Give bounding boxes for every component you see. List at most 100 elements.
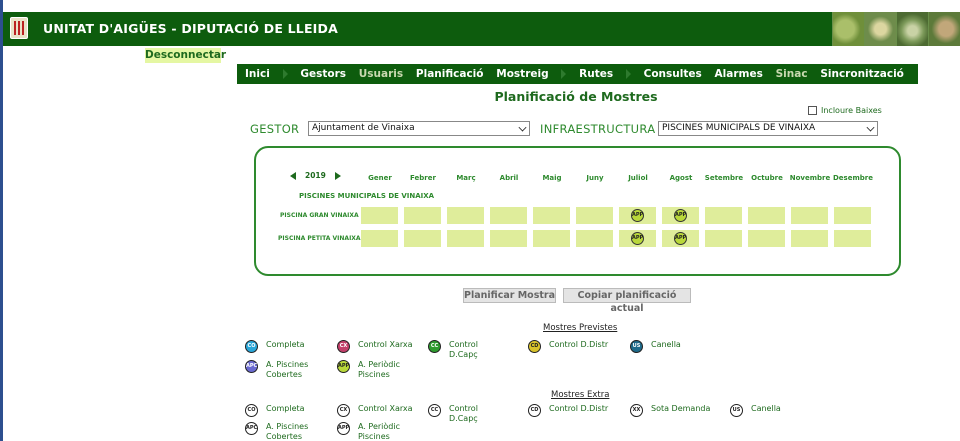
month-header: Juny bbox=[586, 174, 604, 182]
nav-separator-icon bbox=[625, 69, 631, 79]
month-header: Febrer bbox=[410, 174, 436, 182]
sample-badge-icon[interactable]: APP bbox=[631, 232, 644, 245]
include-low-option[interactable]: Incloure Baixes bbox=[808, 106, 882, 115]
sample-type-icon: XX bbox=[630, 404, 643, 417]
nav-separator-icon bbox=[282, 69, 288, 79]
plan-cell[interactable] bbox=[791, 230, 828, 247]
month-header: Maig bbox=[542, 174, 562, 182]
infra-select[interactable]: PISCINES MUNICIPALS DE VINAIXA bbox=[658, 121, 878, 136]
nav-separator-icon bbox=[561, 69, 567, 79]
plan-cell[interactable] bbox=[834, 230, 871, 247]
plan-cell[interactable]: APP bbox=[619, 230, 656, 247]
legend-label: A. Piscines Cobertes bbox=[266, 360, 309, 379]
nav-item-alarmes[interactable]: Alarmes bbox=[715, 68, 763, 80]
sample-type-icon: US bbox=[630, 340, 643, 353]
include-low-label: Incloure Baixes bbox=[821, 106, 882, 115]
plan-cell[interactable] bbox=[705, 230, 742, 247]
plan-cell[interactable] bbox=[533, 207, 570, 224]
plan-cell[interactable] bbox=[533, 230, 570, 247]
next-year-arrow-icon[interactable] bbox=[334, 171, 341, 180]
row-label: PISCINA GRAN VINAIXA bbox=[280, 212, 359, 219]
gestor-select[interactable]: Ajuntament de Vinaixa bbox=[308, 121, 530, 136]
legend-extra-title: Mostres Extra bbox=[551, 390, 610, 400]
plan-cell[interactable] bbox=[834, 207, 871, 224]
nav-item-mostreig[interactable]: Mostreig bbox=[496, 68, 548, 80]
nav-item-sinac[interactable]: Sinac bbox=[776, 68, 808, 80]
nav-item-sincronitzaci-[interactable]: Sincronització bbox=[820, 68, 904, 80]
chevron-down-icon bbox=[518, 123, 527, 132]
legend-label: Sota Demanda bbox=[651, 404, 711, 413]
legend-item: APP A. Periòdic Piscines bbox=[337, 360, 418, 380]
plan-cell[interactable]: APP bbox=[619, 207, 656, 224]
legend-item: CC Control D.Capç bbox=[428, 404, 509, 424]
plan-cell[interactable] bbox=[447, 230, 484, 247]
legend-label: Completa bbox=[266, 340, 305, 349]
legend-label: Canella bbox=[751, 404, 781, 413]
month-header: Juliol bbox=[628, 174, 648, 182]
legend-item: CO Completa bbox=[245, 340, 305, 353]
nav-item-planificaci-[interactable]: Planificació bbox=[416, 68, 484, 80]
nav-item-inici[interactable]: Inici bbox=[245, 68, 270, 80]
include-low-checkbox[interactable] bbox=[808, 106, 817, 115]
month-header: Novembre bbox=[789, 174, 831, 182]
nav-item-usuaris[interactable]: Usuaris bbox=[359, 68, 403, 80]
plan-cell[interactable]: APP bbox=[662, 207, 699, 224]
plan-cell[interactable] bbox=[576, 230, 613, 247]
legend-label: A. Piscines Cobertes bbox=[266, 422, 309, 441]
year-navigator: 2019 bbox=[290, 171, 341, 180]
sample-badge-icon[interactable]: APP bbox=[674, 209, 687, 222]
legend-label: Control D.Distr bbox=[549, 404, 609, 413]
sample-type-icon: CX bbox=[337, 404, 350, 417]
sample-type-icon: CC bbox=[428, 340, 441, 353]
plan-cell[interactable] bbox=[404, 207, 441, 224]
header-photo bbox=[864, 12, 896, 46]
legend-label: Canella bbox=[651, 340, 681, 349]
plan-sample-button[interactable]: Planificar Mostra bbox=[463, 288, 556, 303]
copy-plan-button[interactable]: Copiar planificació actual bbox=[563, 288, 691, 314]
legend-label: Completa bbox=[266, 404, 305, 413]
plan-cell[interactable] bbox=[490, 230, 527, 247]
legend-item: APP A. Periòdic Piscines bbox=[337, 422, 418, 441]
sample-type-icon: CO bbox=[245, 404, 258, 417]
legend-item: CC Control D.Capç bbox=[428, 340, 509, 360]
infra-title: PISCINES MUNICIPALS DE VINAIXA bbox=[299, 192, 435, 200]
plan-cell[interactable]: APP bbox=[662, 230, 699, 247]
plan-cell[interactable] bbox=[748, 230, 785, 247]
legend-item: CX Control Xarxa bbox=[337, 340, 413, 353]
left-border bbox=[0, 0, 3, 441]
plan-cell[interactable] bbox=[791, 207, 828, 224]
sample-type-icon: APP bbox=[337, 422, 350, 435]
nav-item-gestors[interactable]: Gestors bbox=[300, 68, 346, 80]
plan-cell[interactable] bbox=[447, 207, 484, 224]
year-label: 2019 bbox=[305, 171, 326, 180]
plan-cell[interactable] bbox=[576, 207, 613, 224]
legend-prev-title: Mostres Previstes bbox=[543, 323, 618, 333]
legend-label: A. Periòdic Piscines bbox=[358, 422, 400, 441]
disconnect-button[interactable]: Desconnectar bbox=[145, 48, 226, 63]
nav-item-rutes[interactable]: Rutes bbox=[579, 68, 613, 80]
legend-item: CD Control D.Distr bbox=[528, 404, 608, 417]
plan-cell[interactable] bbox=[361, 207, 398, 224]
sample-type-icon: CD bbox=[528, 404, 541, 417]
nav-item-consultes[interactable]: Consultes bbox=[644, 68, 702, 80]
month-header: Gener bbox=[368, 174, 392, 182]
plan-cell[interactable] bbox=[748, 207, 785, 224]
sample-badge-icon[interactable]: APP bbox=[631, 209, 644, 222]
sample-type-icon: CD bbox=[528, 340, 541, 353]
sample-badge-icon[interactable]: APP bbox=[674, 232, 687, 245]
legend-label: Control D.Distr bbox=[549, 340, 609, 349]
plan-cell[interactable] bbox=[361, 230, 398, 247]
month-header: Octubre bbox=[751, 174, 783, 182]
legend-item: US Canella bbox=[730, 404, 781, 417]
plan-cell[interactable] bbox=[404, 230, 441, 247]
app-title: UNITAT D'AIGÜES - DIPUTACIÓ DE LLEIDA bbox=[43, 21, 338, 36]
row-label: PISCINA PETITA VINAIXA bbox=[278, 235, 361, 242]
planning-grid: 2019 PISCINES MUNICIPALS DE VINAIXA Gene… bbox=[254, 146, 901, 276]
sample-type-icon: CX bbox=[337, 340, 350, 353]
legend-item: US Canella bbox=[630, 340, 681, 353]
app-header: UNITAT D'AIGÜES - DIPUTACIÓ DE LLEIDA bbox=[3, 12, 960, 46]
gestor-label: GESTOR bbox=[250, 122, 300, 136]
prev-year-arrow-icon[interactable] bbox=[290, 171, 296, 180]
plan-cell[interactable] bbox=[490, 207, 527, 224]
plan-cell[interactable] bbox=[705, 207, 742, 224]
